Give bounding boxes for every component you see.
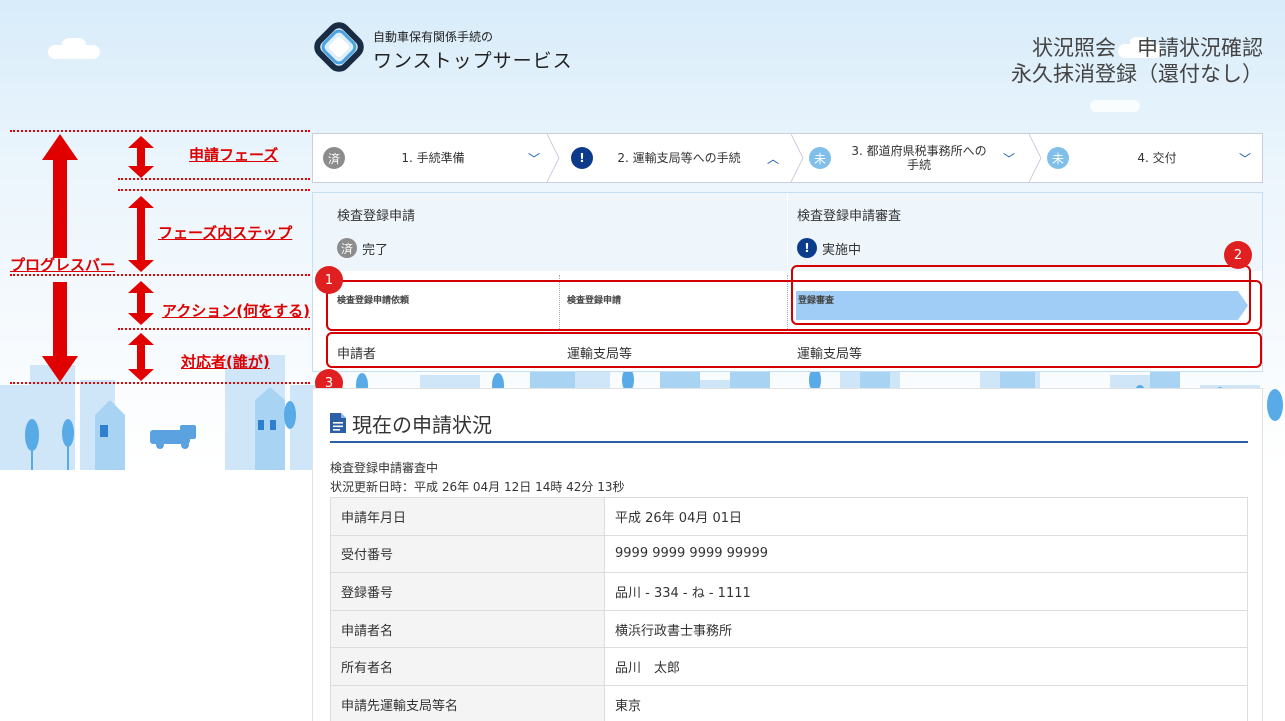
phase-label: 4. 交付 (1137, 151, 1177, 165)
cloud-decoration (1090, 100, 1140, 112)
table-row: 申請年月日 平成 26年 04月 01日 (330, 497, 1248, 536)
chevron-down-icon: ﹀ (528, 151, 541, 166)
actor-double-arrow-icon (128, 333, 154, 381)
cloud-decoration (62, 38, 86, 52)
logo-title: ワンストップサービス (373, 50, 573, 72)
annotation-marker-1: 1 (315, 266, 343, 294)
action-double-arrow-icon (128, 281, 154, 325)
step-status-text: 完了 (362, 242, 389, 258)
chevron-down-icon: ﹀ (1003, 151, 1016, 166)
phase-progress-bar: 済 1. 手続準備 ﹀ ! 2. 運輸支局等への手続 ︿ 未 3. 都道府県税事… (312, 133, 1263, 183)
phase-3[interactable]: 未 3. 都道府県税事務所への 手続 ﹀ (809, 134, 1029, 182)
phase-done-badge: 済 (323, 147, 345, 169)
annotation-action: アクション(何をする) (162, 302, 310, 320)
onestop-logo-icon (314, 22, 364, 72)
phase-label: 1. 手続準備 (401, 151, 465, 165)
phase-label-line1: 3. 都道府県税事務所への (851, 144, 987, 158)
row-key: 受付番号 (330, 534, 605, 574)
annotation-actor: 対応者(誰が) (181, 353, 270, 371)
annotation-phase-step: フェーズ内ステップ (158, 224, 293, 242)
document-icon (330, 413, 346, 433)
phase-label: 3. 都道府県税事務所への 手続 (837, 144, 1001, 172)
highlight-active-action (791, 265, 1251, 325)
page-title-line2: 永久抹消登録（還付なし） (1011, 62, 1263, 86)
step-title: 検査登録申請審査 (797, 209, 902, 224)
row-key: 申請先運輸支局等名 (330, 684, 605, 721)
chevron-down-icon: ﹀ (1239, 151, 1252, 166)
table-row: 受付番号 9999 9999 9999 99999 (330, 534, 1248, 574)
row-value: 品川 - 334 - ね - 1111 (604, 572, 1248, 611)
phase-separator-icon (547, 134, 560, 182)
annotation-progress-bar: プログレスバー (10, 256, 116, 274)
phase-separator-icon (791, 134, 804, 182)
step-title: 検査登録申請 (337, 209, 416, 224)
phase-4[interactable]: 未 4. 交付 ﹀ (1047, 134, 1257, 182)
row-value: 平成 26年 04月 01日 (604, 497, 1248, 536)
done-badge: 済 (337, 238, 357, 258)
row-key: 所有者名 (330, 647, 605, 686)
highlight-actor-row (326, 332, 1262, 368)
application-info-table: 申請年月日 平成 26年 04月 01日 受付番号 9999 9999 9999 9… (330, 497, 1248, 721)
row-value: 9999 9999 9999 99999 (604, 534, 1248, 574)
table-row: 申請者名 横浜行政書士事務所 (330, 609, 1248, 649)
phase-active-badge: ! (571, 147, 593, 169)
row-value: 品川 太郎 (604, 647, 1248, 686)
section-title: 現在の申請状況 (352, 412, 492, 437)
phase-label-line2: 手続 (906, 158, 931, 172)
annotation-guide-line (10, 130, 310, 132)
phase-double-arrow-icon (128, 136, 154, 178)
progress-bar-up-arrow-icon (42, 134, 78, 258)
phase-label: 2. 運輸支局等への手続 (617, 151, 741, 165)
annotation-marker-2: 2 (1224, 241, 1252, 269)
table-row: 申請先運輸支局等名 東京 (330, 684, 1248, 721)
row-key: 登録番号 (330, 572, 605, 611)
phase-2[interactable]: ! 2. 運輸支局等への手続 ︿ (571, 134, 801, 182)
phase-1[interactable]: 済 1. 手続準備 ﹀ (323, 134, 553, 182)
annotation-guide-line (10, 382, 310, 384)
table-row: 所有者名 品川 太郎 (330, 647, 1248, 686)
step-status: 済 完了 (337, 238, 388, 258)
progress-bar-down-arrow-icon (42, 282, 78, 382)
row-key: 申請者名 (330, 609, 605, 649)
step-status-text: 実施中 (822, 242, 862, 258)
phase-separator-icon (1029, 134, 1042, 182)
phase-todo-badge: 未 (1047, 147, 1069, 169)
current-status-header: 現在の申請状況 (330, 405, 1248, 443)
step-double-arrow-icon (128, 196, 154, 272)
phase-todo-badge: 未 (809, 147, 831, 169)
row-key: 申請年月日 (330, 497, 605, 536)
row-value: 横浜行政書士事務所 (604, 609, 1248, 649)
status-updated-time: 状況更新日時：平成 26年 04月 12日 14時 42分 13秒 (330, 480, 625, 494)
row-value: 東京 (604, 684, 1248, 721)
table-row: 登録番号 品川 - 334 - ね - 1111 (330, 572, 1248, 611)
annotation-guide-line (118, 189, 310, 191)
annotation-guide-line (118, 178, 310, 180)
active-badge: ! (797, 238, 817, 258)
chevron-up-icon: ︿ (767, 151, 780, 166)
current-status-text: 検査登録申請審査中 (330, 461, 439, 475)
annotation-guide-line (118, 328, 310, 330)
logo-subtitle: 自動車保有関係手続の (373, 30, 494, 44)
step-status: ! 実施中 (797, 238, 861, 258)
annotation-phase: 申請フェーズ (189, 146, 279, 164)
